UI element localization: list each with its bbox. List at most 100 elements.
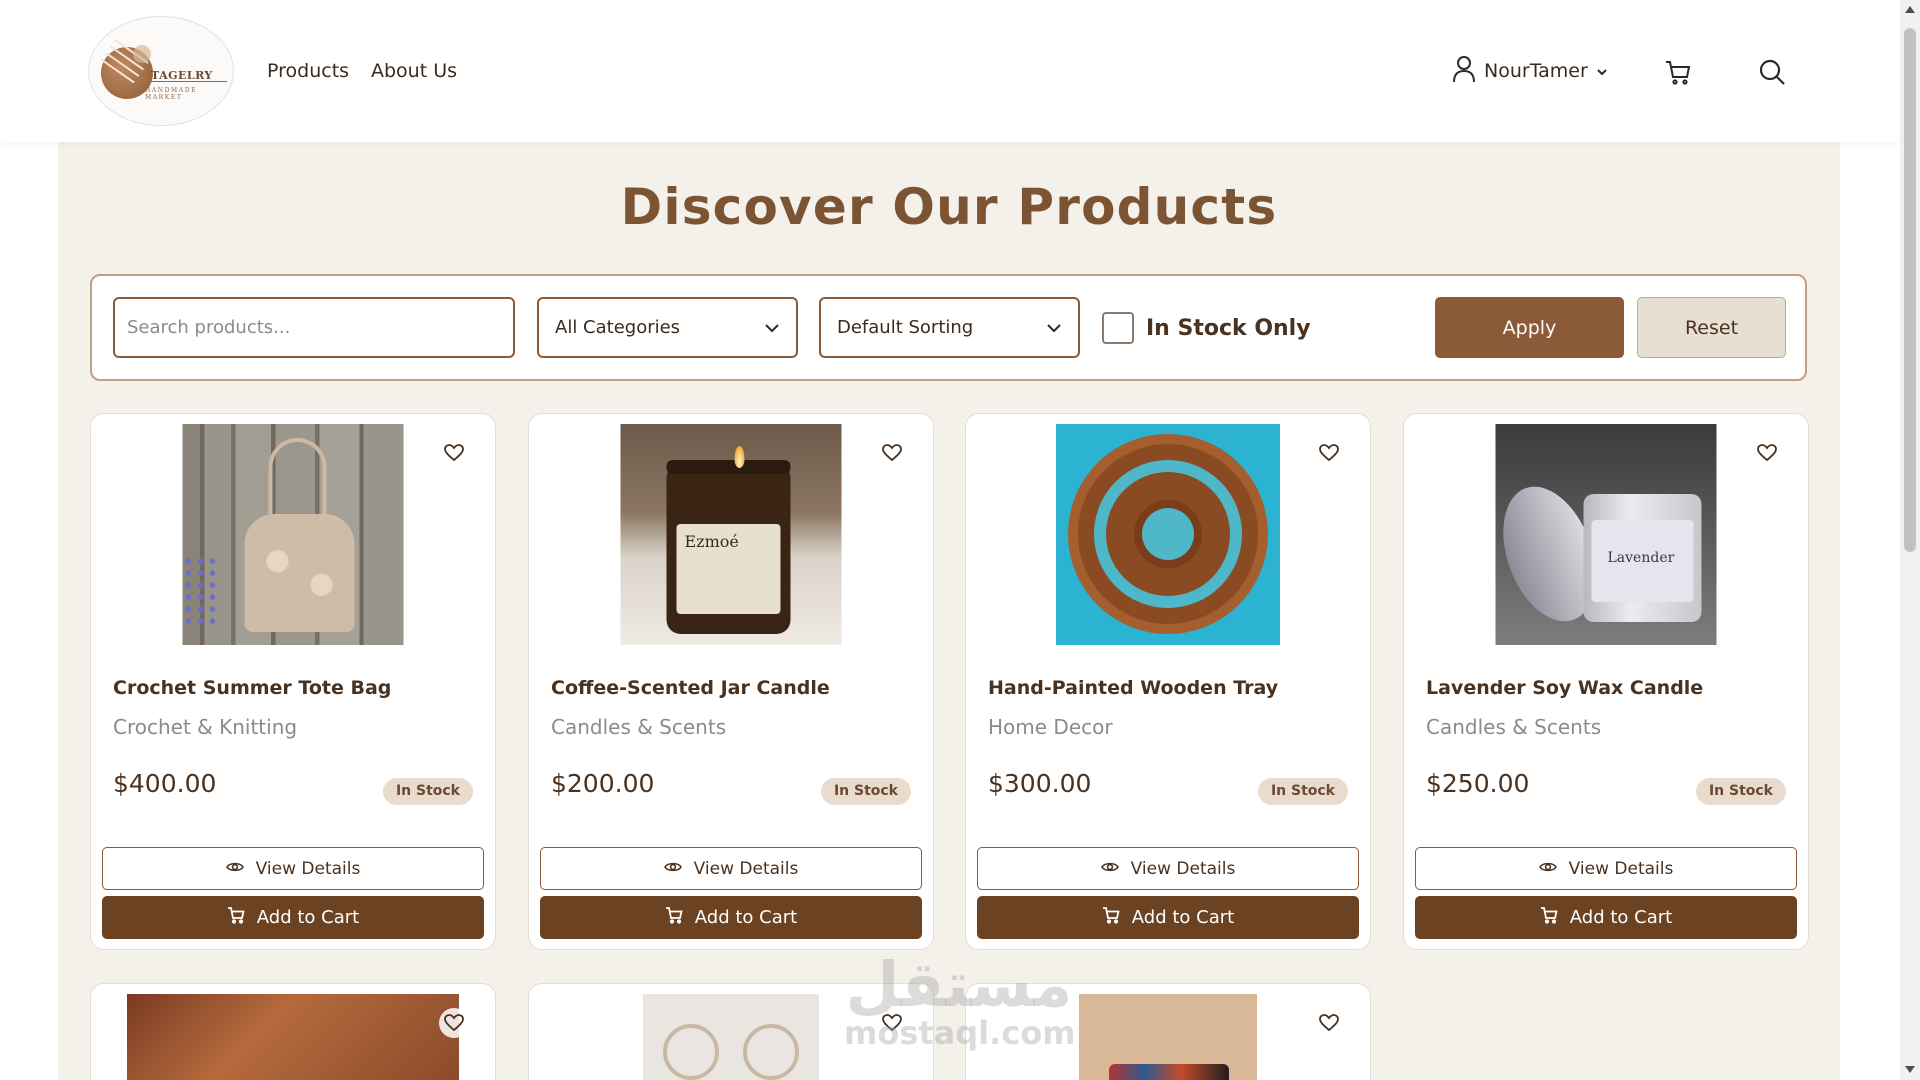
stock-badge: In Stock xyxy=(1695,778,1786,805)
heart-icon[interactable] xyxy=(877,1008,907,1038)
product-category: Crochet & Knitting xyxy=(113,715,298,739)
product-name[interactable]: Crochet Summer Tote Bag xyxy=(113,677,391,699)
search-input[interactable] xyxy=(113,297,515,358)
chevron-down-icon xyxy=(1596,62,1608,81)
nav-about-link[interactable]: About Us xyxy=(371,60,457,82)
heart-icon[interactable] xyxy=(1752,438,1782,468)
product-card xyxy=(528,983,934,1080)
add-to-cart-label: Add to Cart xyxy=(256,907,360,928)
add-to-cart-label: Add to Cart xyxy=(1569,907,1673,928)
cart-icon[interactable] xyxy=(1662,56,1694,88)
candle-rim xyxy=(666,460,791,474)
logo-swirl xyxy=(147,81,227,82)
view-details-button[interactable]: View Details xyxy=(540,847,922,890)
add-to-cart-button[interactable]: Add to Cart xyxy=(977,896,1359,939)
apply-button[interactable]: Apply xyxy=(1435,297,1624,358)
product-price: $200.00 xyxy=(551,769,655,798)
product-image[interactable] xyxy=(1056,424,1280,645)
fabric-roll xyxy=(1109,1064,1229,1080)
user-menu[interactable]: NourTamer xyxy=(1452,56,1608,86)
bag-body xyxy=(244,514,355,632)
scroll-down-arrow-icon[interactable] xyxy=(1905,1066,1915,1073)
flowers xyxy=(182,555,219,625)
logo-tagline: HANDMADE MARKET xyxy=(145,87,198,101)
scrollbar-thumb[interactable] xyxy=(1904,28,1916,552)
tin-label-text: Lavender xyxy=(1607,550,1675,566)
heart-icon[interactable] xyxy=(877,438,907,468)
add-to-cart-label: Add to Cart xyxy=(1131,907,1235,928)
add-to-cart-button[interactable]: Add to Cart xyxy=(102,896,484,939)
product-image[interactable] xyxy=(1079,994,1257,1080)
product-name[interactable]: Coffee-Scented Jar Candle xyxy=(551,677,830,699)
candle-flame xyxy=(734,446,745,468)
product-image[interactable] xyxy=(127,994,459,1080)
stock-badge: In Stock xyxy=(1257,778,1348,805)
view-details-button[interactable]: View Details xyxy=(102,847,484,890)
view-details-button[interactable]: View Details xyxy=(977,847,1359,890)
products-section: Discover Our Products All Categories Def… xyxy=(58,142,1840,1080)
eye-icon xyxy=(663,859,682,879)
sort-select[interactable]: Default Sorting xyxy=(819,297,1080,358)
view-details-label: View Details xyxy=(255,858,361,879)
category-select-value: All Categories xyxy=(555,317,681,338)
view-details-button[interactable]: View Details xyxy=(1415,847,1797,890)
search-icon[interactable] xyxy=(1756,56,1788,88)
product-card xyxy=(965,983,1371,1080)
candle-label-text: Ezmoé xyxy=(684,532,739,551)
view-details-label: View Details xyxy=(693,858,799,879)
page-scrollbar[interactable] xyxy=(1900,0,1920,1080)
product-image[interactable] xyxy=(182,424,404,645)
product-price: $400.00 xyxy=(113,769,217,798)
product-image[interactable]: Lavender xyxy=(1495,424,1717,645)
heart-icon[interactable] xyxy=(1314,1008,1344,1038)
add-to-cart-label: Add to Cart xyxy=(694,907,798,928)
eye-icon xyxy=(1538,859,1557,879)
eye-icon xyxy=(225,859,244,879)
product-name[interactable]: Lavender Soy Wax Candle xyxy=(1426,677,1703,699)
product-card: Lavender Lavender Soy Wax Candle Candles… xyxy=(1403,413,1809,950)
nav-products-link[interactable]: Products xyxy=(267,60,349,82)
site-header: TAGELRY HANDMADE MARKET Products About U… xyxy=(0,0,1900,142)
product-name[interactable]: Hand-Painted Wooden Tray xyxy=(988,677,1278,699)
cart-icon xyxy=(1102,906,1120,929)
reset-button[interactable]: Reset xyxy=(1637,297,1786,358)
product-card: Hand-Painted Wooden Tray Home Decor $300… xyxy=(965,413,1371,950)
add-to-cart-button[interactable]: Add to Cart xyxy=(540,896,922,939)
heart-icon[interactable] xyxy=(439,438,469,468)
user-icon xyxy=(1452,55,1476,87)
in-stock-checkbox[interactable] xyxy=(1102,312,1134,344)
product-card xyxy=(90,983,496,1080)
heart-icon[interactable] xyxy=(1314,438,1344,468)
product-category: Candles & Scents xyxy=(551,715,727,739)
view-details-label: View Details xyxy=(1568,858,1674,879)
product-category: Candles & Scents xyxy=(1426,715,1602,739)
page-title: Discover Our Products xyxy=(620,178,1278,236)
macrame-hoop xyxy=(663,1024,719,1080)
sort-select-value: Default Sorting xyxy=(837,317,974,338)
scroll-up-arrow-icon[interactable] xyxy=(1905,6,1915,13)
chevron-down-icon xyxy=(1046,317,1062,338)
product-card: Crochet Summer Tote Bag Crochet & Knitti… xyxy=(90,413,496,950)
in-stock-filter[interactable]: In Stock Only xyxy=(1102,312,1311,344)
product-image[interactable]: Ezmoé xyxy=(620,424,842,645)
cart-icon xyxy=(1540,906,1558,929)
add-to-cart-button[interactable]: Add to Cart xyxy=(1415,896,1797,939)
cart-icon xyxy=(665,906,683,929)
product-price: $250.00 xyxy=(1426,769,1530,798)
stock-badge: In Stock xyxy=(382,778,473,805)
heart-icon[interactable] xyxy=(439,1008,469,1038)
filter-bar: All Categories Default Sorting In Stock … xyxy=(90,274,1807,381)
macrame-hoop xyxy=(743,1024,799,1080)
logo-dot xyxy=(133,45,151,63)
product-price: $300.00 xyxy=(988,769,1092,798)
chevron-down-icon xyxy=(764,317,780,338)
site-logo[interactable]: TAGELRY HANDMADE MARKET xyxy=(88,16,234,126)
user-name: NourTamer xyxy=(1484,60,1588,82)
tray-pattern-center xyxy=(1142,508,1194,560)
product-image[interactable] xyxy=(643,994,819,1080)
category-select[interactable]: All Categories xyxy=(537,297,798,358)
stock-badge: In Stock xyxy=(820,778,911,805)
product-card: Ezmoé Coffee-Scented Jar Candle Candles … xyxy=(528,413,934,950)
cart-icon xyxy=(227,906,245,929)
product-category: Home Decor xyxy=(988,715,1113,739)
